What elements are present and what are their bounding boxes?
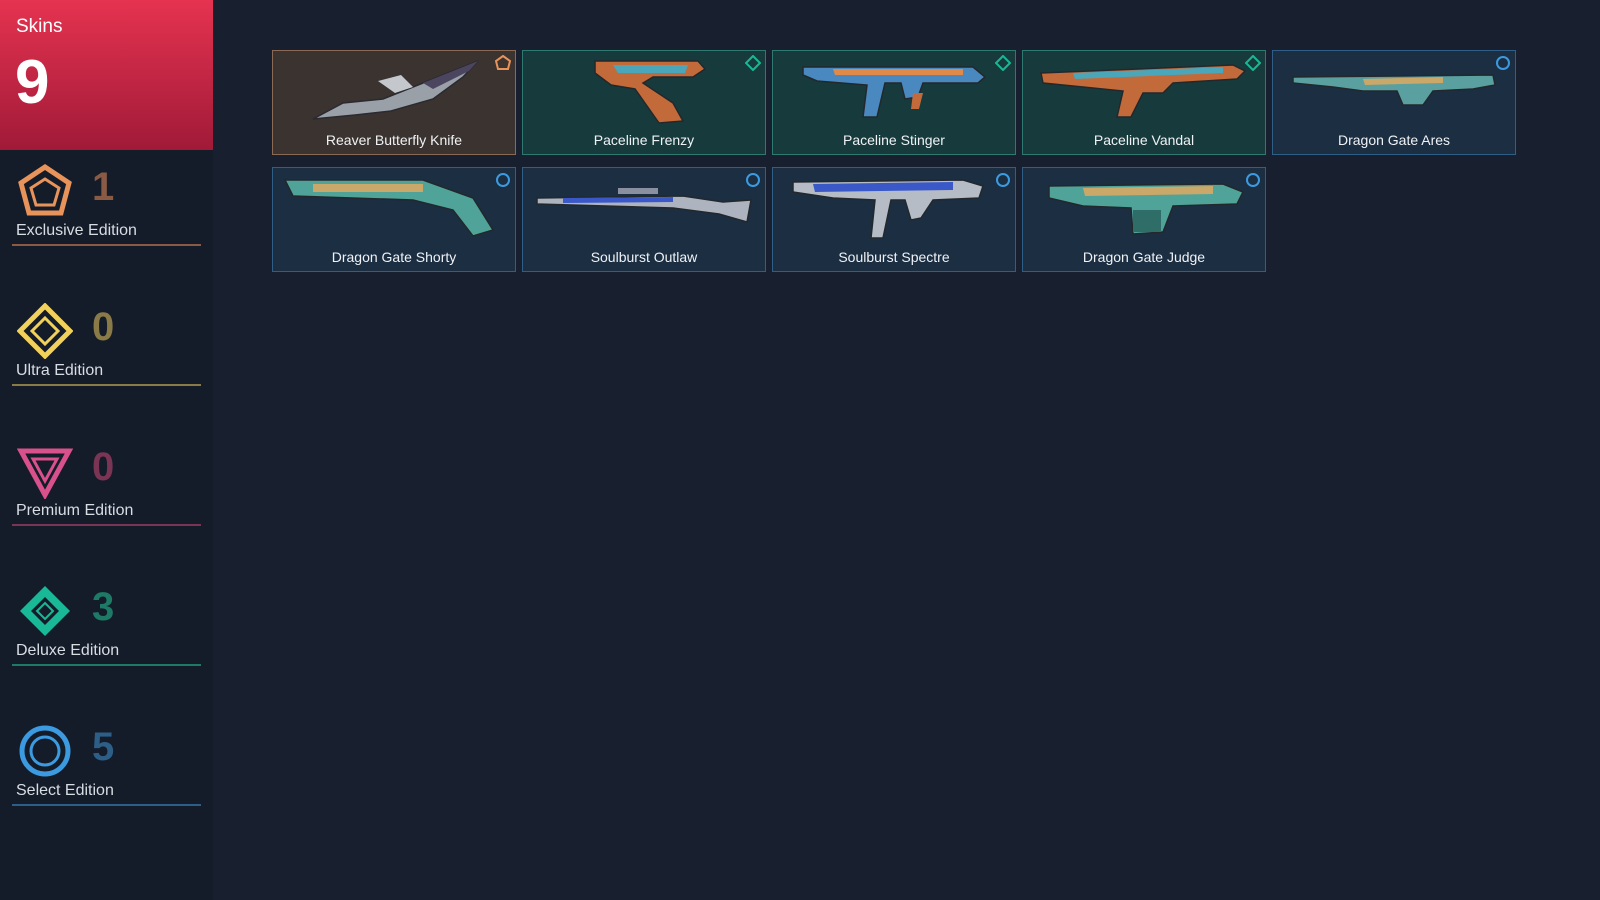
tier-label: Exclusive Edition [16, 222, 137, 239]
tier-label: Select Edition [16, 782, 114, 799]
judge-shotgun-skin-image [1048, 183, 1245, 235]
skin-name: Reaver Butterfly Knife [325, 132, 463, 148]
skin-name: Dragon Gate Shorty [331, 249, 457, 265]
select-edition-icon [996, 173, 1010, 187]
machine-gun-skin-image [1292, 74, 1496, 106]
exclusive-edition-icon [18, 163, 72, 216]
premium-edition-icon [17, 448, 73, 499]
skin-name: Paceline Stinger [843, 132, 945, 148]
skin-name: Soulburst Spectre [838, 249, 950, 265]
skin-card[interactable]: Paceline Vandal [1022, 50, 1266, 155]
tier-premium-edition[interactable]: 0 Premium Edition [12, 443, 201, 526]
sidebar: Skins 9 1 Exclusive Edition 0 Ultra Edit… [0, 0, 213, 900]
skin-card[interactable]: Paceline Frenzy [522, 50, 766, 155]
pistol-skin-image [594, 60, 707, 124]
tier-ultra-edition[interactable]: 0 Ultra Edition [12, 303, 201, 386]
knife-skin-image [312, 60, 479, 120]
skin-card[interactable]: Dragon Gate Ares [1272, 50, 1516, 155]
skin-name: Paceline Frenzy [593, 132, 695, 148]
exclusive-edition-icon [495, 55, 511, 70]
skin-card[interactable]: Dragon Gate Judge [1022, 167, 1266, 272]
select-edition-icon [496, 173, 510, 187]
rifle-skin-image [1040, 64, 1247, 118]
tier-select-edition[interactable]: 5 Select Edition [12, 723, 201, 806]
tier-divider [12, 244, 201, 246]
tier-divider [12, 384, 201, 386]
tier-label: Deluxe Edition [16, 642, 120, 659]
select-edition-icon [746, 173, 760, 187]
skins-summary-header: Skins 9 [0, 0, 213, 150]
deluxe-edition-icon [995, 55, 1011, 71]
select-edition-icon [19, 725, 71, 777]
ultra-edition-icon [17, 303, 73, 359]
tier-label: Premium Edition [16, 502, 134, 519]
tier-exclusive-edition[interactable]: 1 Exclusive Edition [12, 163, 201, 246]
tier-count: 3 [92, 585, 115, 629]
tier-label: Ultra Edition [16, 362, 104, 379]
skin-card[interactable]: Paceline Stinger [772, 50, 1016, 155]
tier-divider [12, 524, 201, 526]
smg-skin-image [802, 66, 987, 118]
tier-count: 0 [92, 305, 115, 349]
skin-name: Dragon Gate Ares [1337, 132, 1451, 148]
tier-count: 0 [92, 445, 115, 489]
skins-title: Skins [16, 16, 63, 37]
select-edition-icon [1496, 56, 1510, 70]
select-edition-icon [1246, 173, 1260, 187]
sniper-skin-image [536, 188, 752, 223]
shotgun-skin-image [283, 179, 495, 237]
skin-card[interactable]: Soulburst Outlaw [522, 167, 766, 272]
tier-count: 1 [92, 165, 115, 209]
skin-name: Soulburst Outlaw [590, 249, 698, 265]
tier-deluxe-edition[interactable]: 3 Deluxe Edition [12, 583, 201, 666]
skin-card[interactable]: Dragon Gate Shorty [272, 167, 516, 272]
tier-count: 5 [92, 725, 115, 769]
skin-card[interactable]: Soulburst Spectre [772, 167, 1016, 272]
spectre-smg-skin-image [792, 179, 984, 239]
skin-name: Paceline Vandal [1093, 132, 1195, 148]
deluxe-edition-icon [745, 55, 761, 71]
tier-divider [12, 664, 201, 666]
deluxe-edition-icon [1245, 55, 1261, 71]
skin-card[interactable]: Reaver Butterfly Knife [272, 50, 516, 155]
tier-divider [12, 804, 201, 806]
deluxe-edition-icon [20, 586, 70, 636]
skin-name: Dragon Gate Judge [1082, 249, 1206, 265]
skins-total-count: 9 [15, 48, 50, 117]
